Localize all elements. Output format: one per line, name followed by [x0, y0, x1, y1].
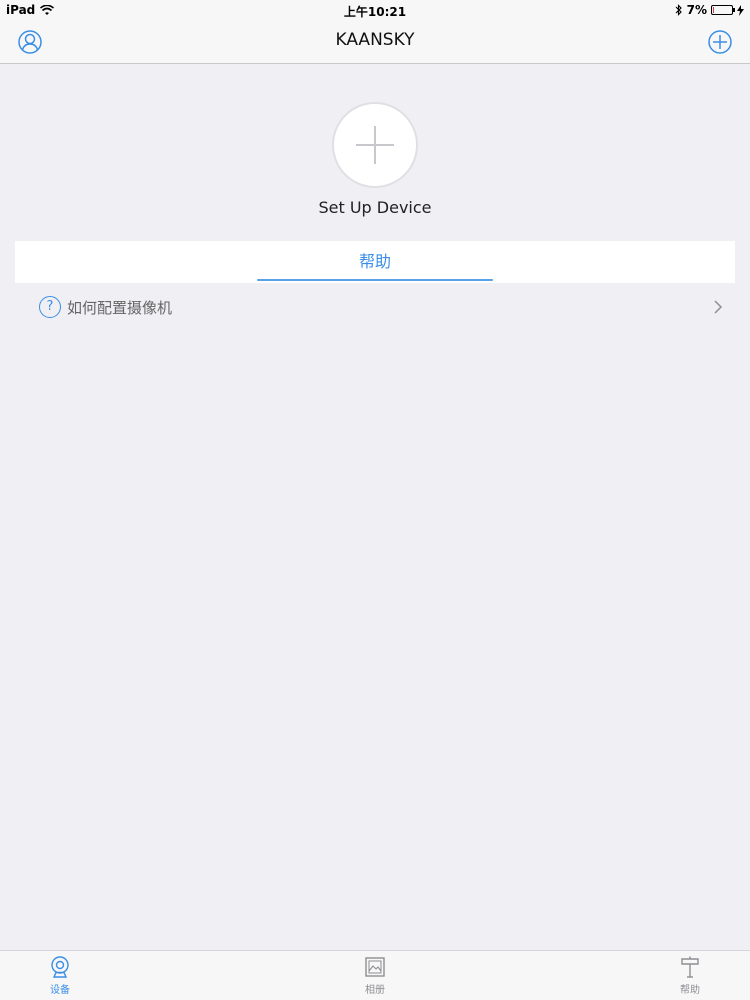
- setup-device-label: Set Up Device: [318, 198, 432, 217]
- plus-circle-icon: [708, 30, 732, 54]
- help-tab[interactable]: 帮助: [15, 241, 735, 283]
- tab-album[interactable]: 相册: [330, 955, 420, 996]
- bluetooth-icon: [675, 4, 682, 16]
- tab-album-label: 相册: [365, 985, 385, 996]
- charging-icon: [737, 4, 744, 16]
- help-item-configure-camera[interactable]: ? 如何配置摄像机: [15, 286, 735, 328]
- tab-help[interactable]: 帮助: [645, 955, 735, 996]
- help-signpost-icon: [681, 956, 699, 978]
- tab-devices-label: 设备: [50, 985, 70, 996]
- battery-percent: 7%: [686, 3, 707, 17]
- help-tab-label: 帮助: [358, 252, 391, 271]
- question-icon: ?: [39, 296, 61, 318]
- help-item-label: 如何配置摄像机: [67, 298, 173, 317]
- camera-icon: [51, 956, 69, 978]
- tab-devices[interactable]: 设备: [15, 955, 105, 996]
- navigation-bar: KAANSKY: [0, 20, 750, 64]
- tab-help-label: 帮助: [680, 985, 700, 996]
- album-icon: [365, 957, 385, 977]
- tab-bar: 设备 相册 帮助: [0, 950, 750, 1000]
- app-screen: iPad 上午10:21 7% KAANSKY Set Up Device 帮助…: [0, 0, 750, 1000]
- help-tab-underline: [257, 279, 493, 281]
- status-bar: iPad 上午10:21 7%: [0, 0, 750, 20]
- chevron-right-icon: [714, 300, 723, 314]
- add-device-button[interactable]: [706, 28, 734, 56]
- page-title: KAANSKY: [335, 30, 415, 50]
- status-right: 7%: [675, 3, 744, 17]
- setup-device-button[interactable]: [332, 102, 418, 188]
- battery-icon: [711, 5, 735, 15]
- setup-device-section: Set Up Device: [0, 102, 750, 217]
- battery-level: [713, 7, 714, 13]
- status-time: 上午10:21: [343, 5, 407, 19]
